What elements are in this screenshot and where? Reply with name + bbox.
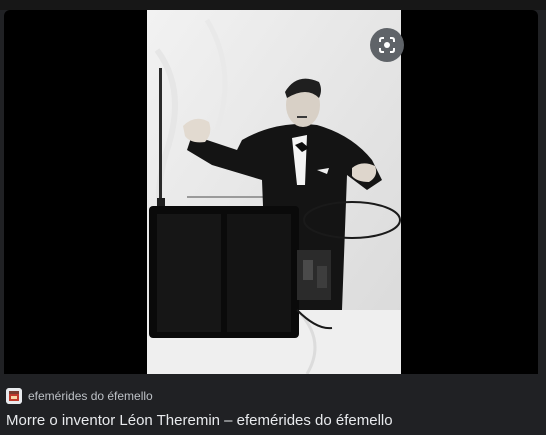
result-title-link[interactable]: Morre o inventor Léon Theremin – efeméri…: [6, 412, 393, 429]
lens-button[interactable]: [370, 28, 404, 62]
theremin-photo[interactable]: [147, 10, 401, 374]
image-frame[interactable]: [4, 10, 538, 374]
image-preview-panel: efemérides do éfemello Morre o inventor …: [0, 0, 546, 435]
top-bar: [0, 0, 546, 10]
result-caption: efemérides do éfemello Morre o inventor …: [0, 374, 546, 435]
lens-icon: [379, 37, 395, 53]
source-row[interactable]: efemérides do éfemello: [6, 388, 153, 404]
site-favicon-icon: [6, 388, 22, 404]
source-name[interactable]: efemérides do éfemello: [28, 389, 153, 403]
